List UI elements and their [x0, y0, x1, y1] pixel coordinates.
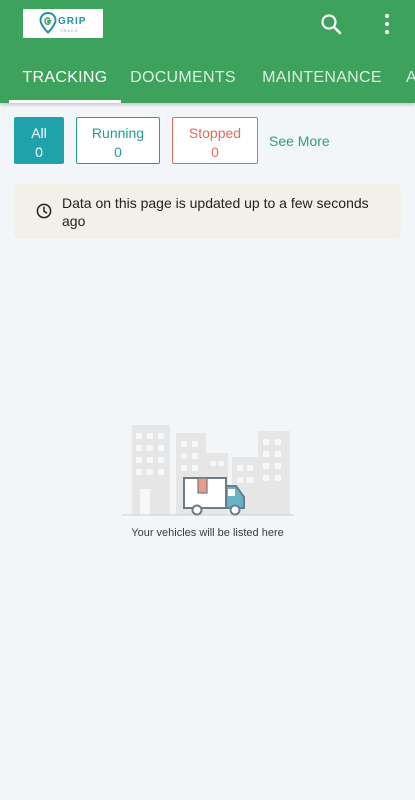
filter-all-button[interactable]: All 0: [14, 117, 64, 164]
tab-maintenance[interactable]: MAINTENANCE: [254, 62, 390, 100]
app-bar: GRIP TRACK TRACKING DOCUMENTS MAINTENANC…: [0, 0, 415, 103]
tab-documents[interactable]: DOCUMENTS: [124, 62, 242, 100]
tab-partial[interactable]: A: [406, 62, 415, 100]
filter-all-count: 0: [35, 144, 43, 160]
empty-state-text: Your vehicles will be listed here: [131, 527, 284, 539]
location-pin-logo-icon: [39, 12, 57, 34]
filter-stopped-button[interactable]: Stopped 0: [172, 117, 258, 164]
filter-stopped-count: 0: [211, 144, 219, 160]
logo-subtext: TRACK: [60, 28, 79, 33]
filter-running-button[interactable]: Running 0: [76, 117, 160, 164]
active-tab-indicator: [9, 100, 121, 103]
update-notice: Data on this page is updated up to a few…: [14, 184, 401, 239]
logo-text: GRIP: [58, 16, 87, 27]
notice-text: Data on this page is updated up to a few…: [62, 195, 369, 229]
search-icon: [321, 14, 342, 35]
more-options-button[interactable]: [375, 12, 399, 36]
see-more-link[interactable]: See More: [269, 133, 330, 149]
clock-icon: [36, 203, 52, 219]
tab-tracking[interactable]: TRACKING: [9, 62, 121, 100]
app-logo: GRIP TRACK: [23, 9, 103, 38]
search-button[interactable]: [319, 12, 343, 36]
filter-stopped-label: Stopped: [188, 125, 242, 141]
tab-bar: TRACKING DOCUMENTS MAINTENANCE A: [0, 62, 415, 103]
filter-running-label: Running: [91, 125, 145, 141]
more-vert-icon: [384, 13, 390, 35]
filter-all-label: All: [31, 125, 47, 141]
filter-running-count: 0: [114, 144, 122, 160]
city-truck-illustration: [122, 425, 294, 516]
